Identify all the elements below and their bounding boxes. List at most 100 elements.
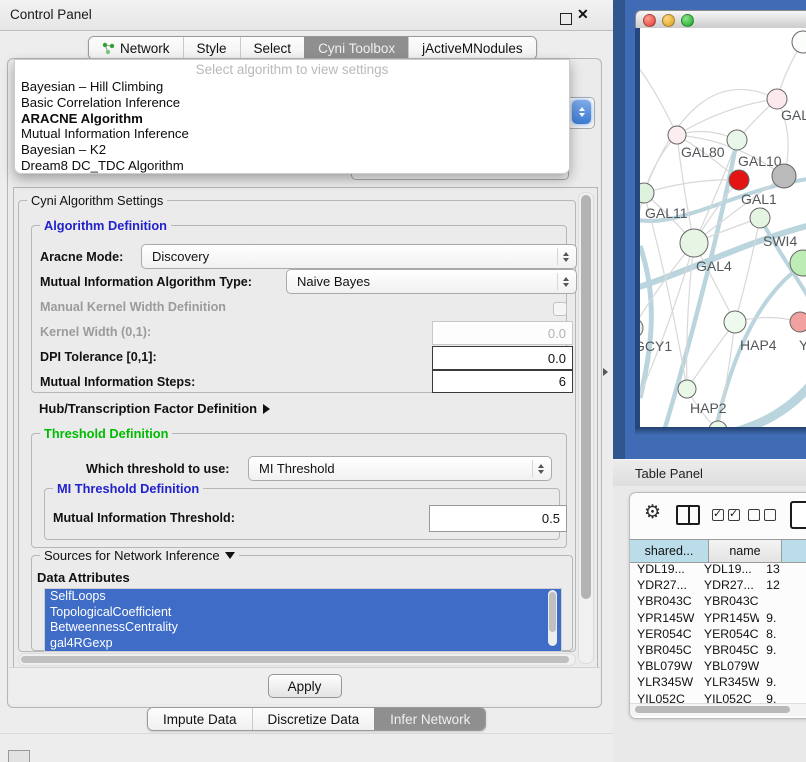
vertical-scrollbar[interactable]	[578, 192, 594, 664]
minimize-traffic-icon[interactable]	[662, 14, 675, 27]
table-cell: YLR345W	[630, 674, 697, 690]
zoom-traffic-icon[interactable]	[681, 14, 694, 27]
network-node-gal7[interactable]	[767, 89, 787, 109]
node-label-y: Y	[799, 337, 806, 353]
table-row[interactable]: YIL052CYIL052C9.	[630, 691, 806, 704]
list-scrollbar[interactable]	[548, 590, 557, 646]
expand-right-icon[interactable]	[263, 404, 270, 414]
tab-cyni-toolbox[interactable]: Cyni Toolbox	[304, 37, 408, 59]
mi-threshold-definition-group: MI Threshold Definition Mutual Informati…	[44, 488, 560, 540]
algorithm-definition-group: Algorithm Definition Aracne Mode: Discov…	[31, 225, 567, 393]
network-node-gal4[interactable]	[680, 229, 708, 257]
network-node-gal80[interactable]	[668, 126, 686, 144]
table-row[interactable]: YER054CYER054C8.	[630, 626, 806, 642]
splitter-handle-icon[interactable]	[603, 368, 608, 376]
data-attributes-list[interactable]: SelfLoopsTopologicalCoefficientBetweenne…	[44, 588, 562, 652]
network-node-hap2[interactable]	[678, 380, 696, 398]
algorithm-option-bayesian-hill-climbing[interactable]: Bayesian – Hill Climbing	[15, 79, 569, 95]
attribute-item-selfloops[interactable]: SelfLoops	[45, 589, 561, 605]
network-node-gal10[interactable]	[727, 130, 747, 150]
attribute-item-gal4rgexp[interactable]: gal4RGexp	[45, 636, 561, 652]
table-cell: YDR27...	[697, 577, 759, 593]
tab-discretize-data[interactable]: Discretize Data	[252, 708, 375, 730]
network-node-gcy1[interactable]	[640, 318, 643, 338]
clipped-toolbar-icon[interactable]	[790, 501, 806, 529]
which-threshold-label: Which threshold to use:	[86, 462, 229, 476]
column-header-name[interactable]: name	[709, 540, 782, 562]
algorithm-option-bayesian-k2[interactable]: Bayesian – K2	[15, 142, 569, 158]
network-node[interactable]	[792, 31, 806, 53]
tab-style[interactable]: Style	[183, 37, 240, 59]
network-node[interactable]	[772, 164, 796, 188]
node-table: ⚙ shared...nameA YDL19...YDL19...13YDR27…	[629, 492, 806, 719]
network-node-y[interactable]	[790, 312, 806, 332]
table-row[interactable]: YBL079WYBL079W	[630, 658, 806, 674]
apply-button[interactable]: Apply	[268, 674, 342, 698]
floating-button[interactable]	[8, 750, 30, 762]
table-row[interactable]: YBR043CYBR043C	[630, 593, 806, 609]
network-node-gal1[interactable]	[729, 170, 749, 190]
table-panel-title: Table Panel	[635, 466, 703, 481]
attribute-item-topologicalcoefficient[interactable]: TopologicalCoefficient	[45, 605, 561, 621]
gear-icon[interactable]: ⚙	[644, 501, 661, 524]
table-row[interactable]: YBR045CYBR045C9.	[630, 642, 806, 658]
attribute-item-betweennesscentrality[interactable]: BetweennessCentrality	[45, 620, 561, 636]
combobox-stepper-icon[interactable]	[572, 100, 591, 124]
sources-title[interactable]: Sources for Network Inference	[40, 548, 239, 563]
algorithm-dropdown: Select algorithm to view settings Bayesi…	[14, 59, 570, 174]
network-node-swi4[interactable]	[750, 208, 770, 228]
mi-steps-label: Mutual Information Steps:	[40, 375, 195, 389]
bottom-tab-bar: Impute DataDiscretize Data Infer Network	[147, 707, 486, 731]
table-header: shared...nameA	[630, 539, 806, 563]
aracne-mode-select[interactable]: Discovery	[141, 244, 577, 269]
table-row[interactable]: YDL19...YDL19...13	[630, 561, 806, 577]
tab-label: Infer Network	[390, 712, 470, 727]
kernel-width-field[interactable]: 0.0	[432, 321, 573, 345]
horizontal-scrollbar-thumb[interactable]	[21, 656, 569, 663]
table-row[interactable]: YPR145WYPR145W9.	[630, 610, 806, 626]
column-header-a[interactable]: A	[782, 540, 806, 562]
mi-threshold-field[interactable]: 0.5	[429, 505, 567, 532]
horizontal-scrollbar[interactable]	[18, 653, 576, 666]
algorithm-option-basic-correlation-inference[interactable]: Basic Correlation Inference	[15, 95, 569, 111]
network-canvas[interactable]: GAL7GAL80GAL10GAL1GAL11SWI4GAL4GCY1HAP4Y…	[635, 28, 806, 427]
table-row[interactable]: YDR27...YDR27...12	[630, 577, 806, 593]
deselect-all-checkboxes-icon[interactable]	[748, 509, 776, 521]
which-threshold-select[interactable]: MI Threshold	[248, 456, 552, 481]
tab-select[interactable]: Select	[240, 37, 305, 59]
close-icon[interactable]: ✕	[577, 6, 589, 23]
list-scrollbar-thumb[interactable]	[549, 592, 556, 632]
mi-algorithm-type-label: Mutual Information Algorithm Type:	[40, 275, 252, 289]
control-panel-titlebar: Control Panel ✕	[0, 0, 615, 31]
float-window-icon[interactable]	[560, 13, 572, 25]
split-columns-icon[interactable]	[676, 505, 700, 525]
select-all-checkboxes-icon[interactable]	[712, 509, 740, 521]
manual-kernel-width-checkbox[interactable]	[553, 302, 567, 316]
sources-title-label: Sources for Network Inference	[44, 548, 220, 563]
vertical-scrollbar-thumb[interactable]	[581, 195, 591, 599]
tab-impute-data[interactable]: Impute Data	[148, 708, 252, 730]
network-node-hap4[interactable]	[724, 311, 746, 333]
table-scrollbar-thumb[interactable]	[635, 706, 790, 713]
table-cell: 9.	[759, 674, 806, 690]
stepper-icon	[532, 460, 548, 477]
algorithm-option-mutual-information-inference[interactable]: Mutual Information Inference	[15, 126, 569, 142]
algorithm-option-dream8-dc-tdc-algorithm[interactable]: Dream8 DC_TDC Algorithm	[15, 158, 569, 174]
column-header-shared[interactable]: shared...	[630, 540, 709, 562]
hub-factor-section[interactable]: Hub/Transcription Factor Definition	[39, 401, 270, 416]
mi-algorithm-type-select[interactable]: Naive Bayes	[286, 269, 577, 294]
dpi-tolerance-field[interactable]: 0.0	[432, 346, 573, 370]
close-traffic-icon[interactable]	[643, 14, 656, 27]
network-window-titlebar[interactable]	[635, 10, 806, 30]
table-horizontal-scrollbar[interactable]	[630, 703, 806, 716]
algorithm-option-aracne-algorithm[interactable]: ARACNE Algorithm	[15, 111, 569, 127]
table-cell: YBR043C	[697, 593, 759, 609]
mi-steps-field[interactable]: 6	[432, 370, 573, 393]
tab-network[interactable]: Network	[89, 37, 183, 59]
tab-jactivemnodules[interactable]: jActiveMNodules	[408, 37, 536, 59]
tab-infer-network[interactable]: Infer Network	[374, 708, 485, 730]
collapse-down-icon[interactable]	[225, 552, 235, 559]
table-row[interactable]: YLR345WYLR345W9.	[630, 674, 806, 690]
group-title: Cyni Algorithm Settings	[27, 193, 167, 208]
control-panel-tab-bar: NetworkStyleSelectCyni ToolboxjActiveMNo…	[88, 36, 537, 60]
